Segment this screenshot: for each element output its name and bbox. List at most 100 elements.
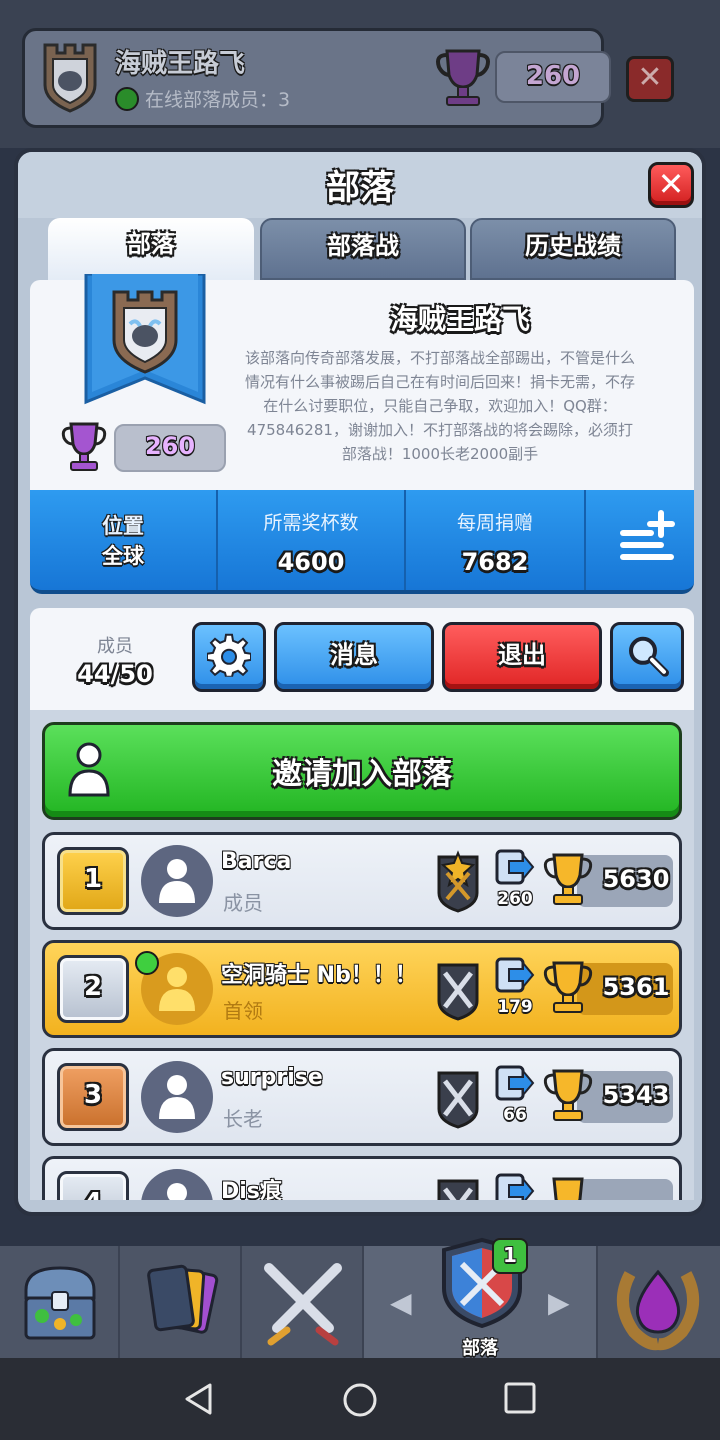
person-icon [167,1183,187,1200]
clan-trophy-value: 260 [144,432,196,460]
tab-clan-label: 部落 [127,230,175,258]
settings-button[interactable] [192,622,266,692]
donate-card-icon [495,957,535,993]
stat-required-value: 4600 [277,548,345,576]
members-label: 成员 [97,636,133,657]
background-close-icon: ✕ [626,56,674,102]
member-role: 成员 [223,891,263,915]
member-role: 首领 [223,999,263,1023]
clan-banner-icon [84,274,206,405]
silver-swords-arena-icon [437,963,479,1021]
gold-trophy-icon [552,1177,584,1200]
clan-trophy-box: 260 [114,424,226,472]
person-icon [159,1075,195,1119]
background-trophy-box: 260 [495,51,611,103]
rank-badge: 1 [57,847,129,915]
member-name: Dis痕 [221,1179,282,1200]
members-count: 44/50 [77,660,153,688]
stat-donations-label: 每周捐赠 [456,512,533,534]
tab-clan[interactable]: 部落 [48,218,254,280]
gear-icon [207,633,251,677]
member-row[interactable]: 4 Dis痕 [42,1156,682,1200]
member-avatar [141,845,213,917]
tab-clan-war[interactable]: 部落战 [260,218,466,280]
nav-clan[interactable]: ◀ 1 ▶ 部落 [364,1237,598,1359]
nav-shop[interactable] [0,1246,120,1358]
donate-card-icon [495,1173,535,1200]
member-donations: 179 [497,997,533,1017]
trophy-icon [61,422,107,471]
member-name: 空洞骑士 Nb！！！ [221,963,417,988]
add-list-icon[interactable] [618,508,678,564]
member-row[interactable]: 1 Barca 成员 260 5630 [42,832,682,930]
member-role: 长老 [223,1107,263,1131]
invite-button[interactable]: 邀请加入部落 [42,722,682,820]
member-trophies: 5630 [602,865,670,893]
stat-required-label: 所需奖杯数 [263,512,359,534]
silver-swords-arena-icon [437,1071,479,1129]
stat-location: 位置 全球 [30,490,216,590]
clan-badge-icon [43,43,97,113]
cards-icon [147,1264,219,1334]
nav-events[interactable] [598,1246,720,1358]
treasure-chest-icon [24,1266,96,1340]
rank-badge: 4 [57,1171,129,1200]
clan-stats-bar: 位置 全球 所需奖杯数 4600 每周捐赠 7682 [30,490,694,594]
search-button[interactable] [610,622,684,692]
clan-notification-badge: 1 [492,1238,528,1274]
invite-label: 邀请加入部落 [272,757,452,792]
donate-card-icon [495,849,535,885]
silver-swords-arena-icon [437,1179,479,1200]
member-trophies: 5361 [602,973,670,1001]
arrow-right-icon[interactable]: ▶ [548,1286,570,1319]
person-icon [159,859,195,903]
background-header: 海贼王路飞 在线部落成员：3 260 ✕ [0,0,720,148]
member-name: surprise [221,1065,323,1090]
clan-panel: 部落 ✕ 部落 部落战 历史战绩 260 海贼王路飞 该部落向传奇部落发展，不打… [14,148,706,1216]
stat-required-trophies: 所需奖杯数 4600 [218,490,404,590]
members-header: 成员 44/50 消息 退出 [30,608,694,710]
panel-title: 部落 [326,168,394,208]
online-indicator-icon [135,951,159,975]
member-row[interactable]: 2 空洞骑士 Nb！！！ 首领 179 5361 [42,940,682,1038]
background-online-text: 在线部落成员：3 [145,89,291,111]
member-row[interactable]: 3 surprise 长老 66 5343 [42,1048,682,1146]
clan-description: 该部落向传奇部落发展，不打部落战全部踢出，不管是什么情况有什么事被踢后自己在有时… [244,349,635,463]
member-trophies: 5343 [602,1081,670,1109]
gold-trophy-icon [543,1069,593,1121]
laurel-elixir-icon [616,1269,700,1351]
member-donations: 260 [497,889,533,909]
tab-history[interactable]: 历史战绩 [470,218,676,280]
stat-divider [584,490,586,590]
members-list[interactable]: 邀请加入部落 1 Barca 成员 260 5630 2 空洞骑士 Nb！！！ … [30,710,694,1200]
tab-history-label: 历史战绩 [525,232,621,260]
search-icon [629,636,669,677]
recents-icon[interactable] [504,1382,536,1414]
rank-badge: 2 [57,955,129,1023]
clan-info-card: 260 海贼王路飞 该部落向传奇部落发展，不打部落战全部踢出，不管是什么情况有什… [30,274,694,494]
crossed-swords-icon [264,1263,342,1346]
back-icon[interactable] [182,1382,216,1416]
background-trophy-value: 260 [525,61,581,91]
member-name: Barca [221,849,292,874]
bottom-nav: ◀ 1 ▶ 部落 [0,1237,720,1359]
stat-donations-value: 7682 [461,548,529,576]
stat-location-value: 全球 [102,544,144,568]
donate-card-icon [495,1065,535,1101]
member-avatar [141,1169,213,1200]
trophy-icon [436,49,490,106]
arrow-left-icon[interactable]: ◀ [390,1286,412,1319]
close-button[interactable]: ✕ [648,162,694,208]
nav-battle[interactable] [242,1246,364,1358]
member-avatar [141,1061,213,1133]
leave-button[interactable]: 退出 [442,622,602,692]
gold-swords-arena-icon [437,850,479,913]
background-clan-name: 海贼王路飞 [115,49,246,79]
home-icon[interactable] [342,1382,378,1418]
stat-location-label: 位置 [102,514,144,538]
rank-badge: 3 [57,1063,129,1131]
message-button[interactable]: 消息 [274,622,434,692]
nav-cards[interactable] [120,1246,242,1358]
stat-weekly-donations: 每周捐赠 7682 [406,490,584,590]
nav-clan-label: 部落 [462,1338,498,1359]
